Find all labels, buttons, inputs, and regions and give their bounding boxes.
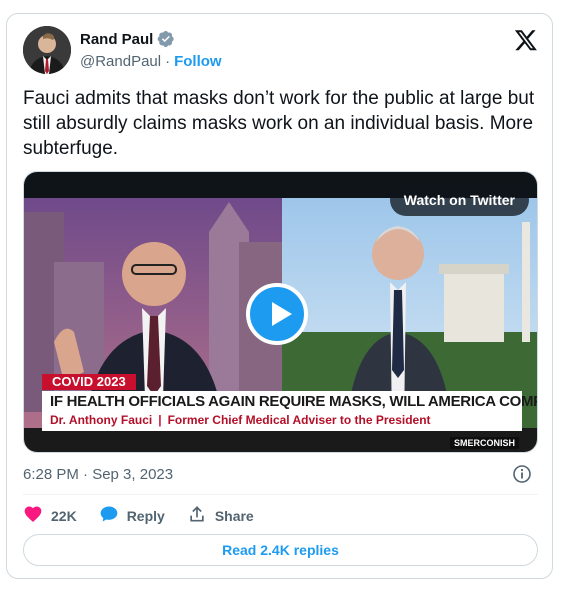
tweet-timestamp[interactable]: 6:28 PM · Sep 3, 2023 bbox=[23, 466, 173, 483]
follow-link[interactable]: Follow bbox=[174, 53, 222, 70]
author-name[interactable]: Rand Paul bbox=[80, 31, 153, 48]
watch-on-twitter-button[interactable]: Watch on Twitter bbox=[389, 184, 529, 216]
share-icon bbox=[187, 504, 207, 527]
show-watermark: SMERCONISH bbox=[449, 437, 519, 449]
separator-dot: · bbox=[165, 53, 171, 70]
like-button[interactable]: 22K bbox=[23, 504, 77, 527]
avatar[interactable] bbox=[23, 26, 71, 74]
info-icon[interactable] bbox=[512, 464, 532, 484]
play-button-icon[interactable] bbox=[246, 283, 308, 345]
chyron-subline: Dr. Anthony Fauci | Former Chief Medical A… bbox=[50, 413, 431, 427]
verified-badge-icon bbox=[157, 30, 175, 48]
reply-button[interactable]: Reply bbox=[99, 504, 165, 527]
heart-icon bbox=[23, 504, 43, 527]
chyron-separator: | bbox=[158, 413, 162, 427]
tweet-card: Rand Paul @RandPaul · Follow Fauci admit… bbox=[6, 13, 553, 579]
x-logo-icon[interactable] bbox=[514, 28, 538, 52]
author-handle[interactable]: @RandPaul bbox=[80, 53, 161, 70]
chyron-title: Former Chief Medical Adviser to the Pres… bbox=[167, 413, 431, 427]
reply-label: Reply bbox=[126, 507, 165, 524]
tweet-text: Fauci admits that masks don’t work for t… bbox=[23, 88, 535, 159]
read-replies-button[interactable]: Read 2.4K replies bbox=[23, 534, 538, 566]
reply-bubble-icon bbox=[99, 504, 119, 527]
name-row: Rand Paul bbox=[80, 30, 175, 48]
chyron-tag: COVID 2023 bbox=[42, 374, 136, 390]
action-bar: 22K Reply Share bbox=[23, 504, 254, 527]
chyron-name: Dr. Anthony Fauci bbox=[50, 413, 153, 427]
tweet-header: Rand Paul @RandPaul · Follow bbox=[23, 26, 538, 74]
video-thumbnail[interactable]: Watch on Twitter COVID 2023 IF HEALTH OF… bbox=[23, 171, 538, 453]
chyron-headline: IF HEALTH OFFICIALS AGAIN REQUIRE MASKS,… bbox=[50, 393, 538, 410]
share-label: Share bbox=[214, 507, 254, 524]
like-count: 22K bbox=[51, 507, 77, 524]
chyron-bar: IF HEALTH OFFICIALS AGAIN REQUIRE MASKS,… bbox=[42, 391, 537, 431]
share-button[interactable]: Share bbox=[187, 504, 254, 527]
divider bbox=[23, 494, 538, 495]
handle-row: @RandPaul · Follow bbox=[80, 53, 222, 70]
